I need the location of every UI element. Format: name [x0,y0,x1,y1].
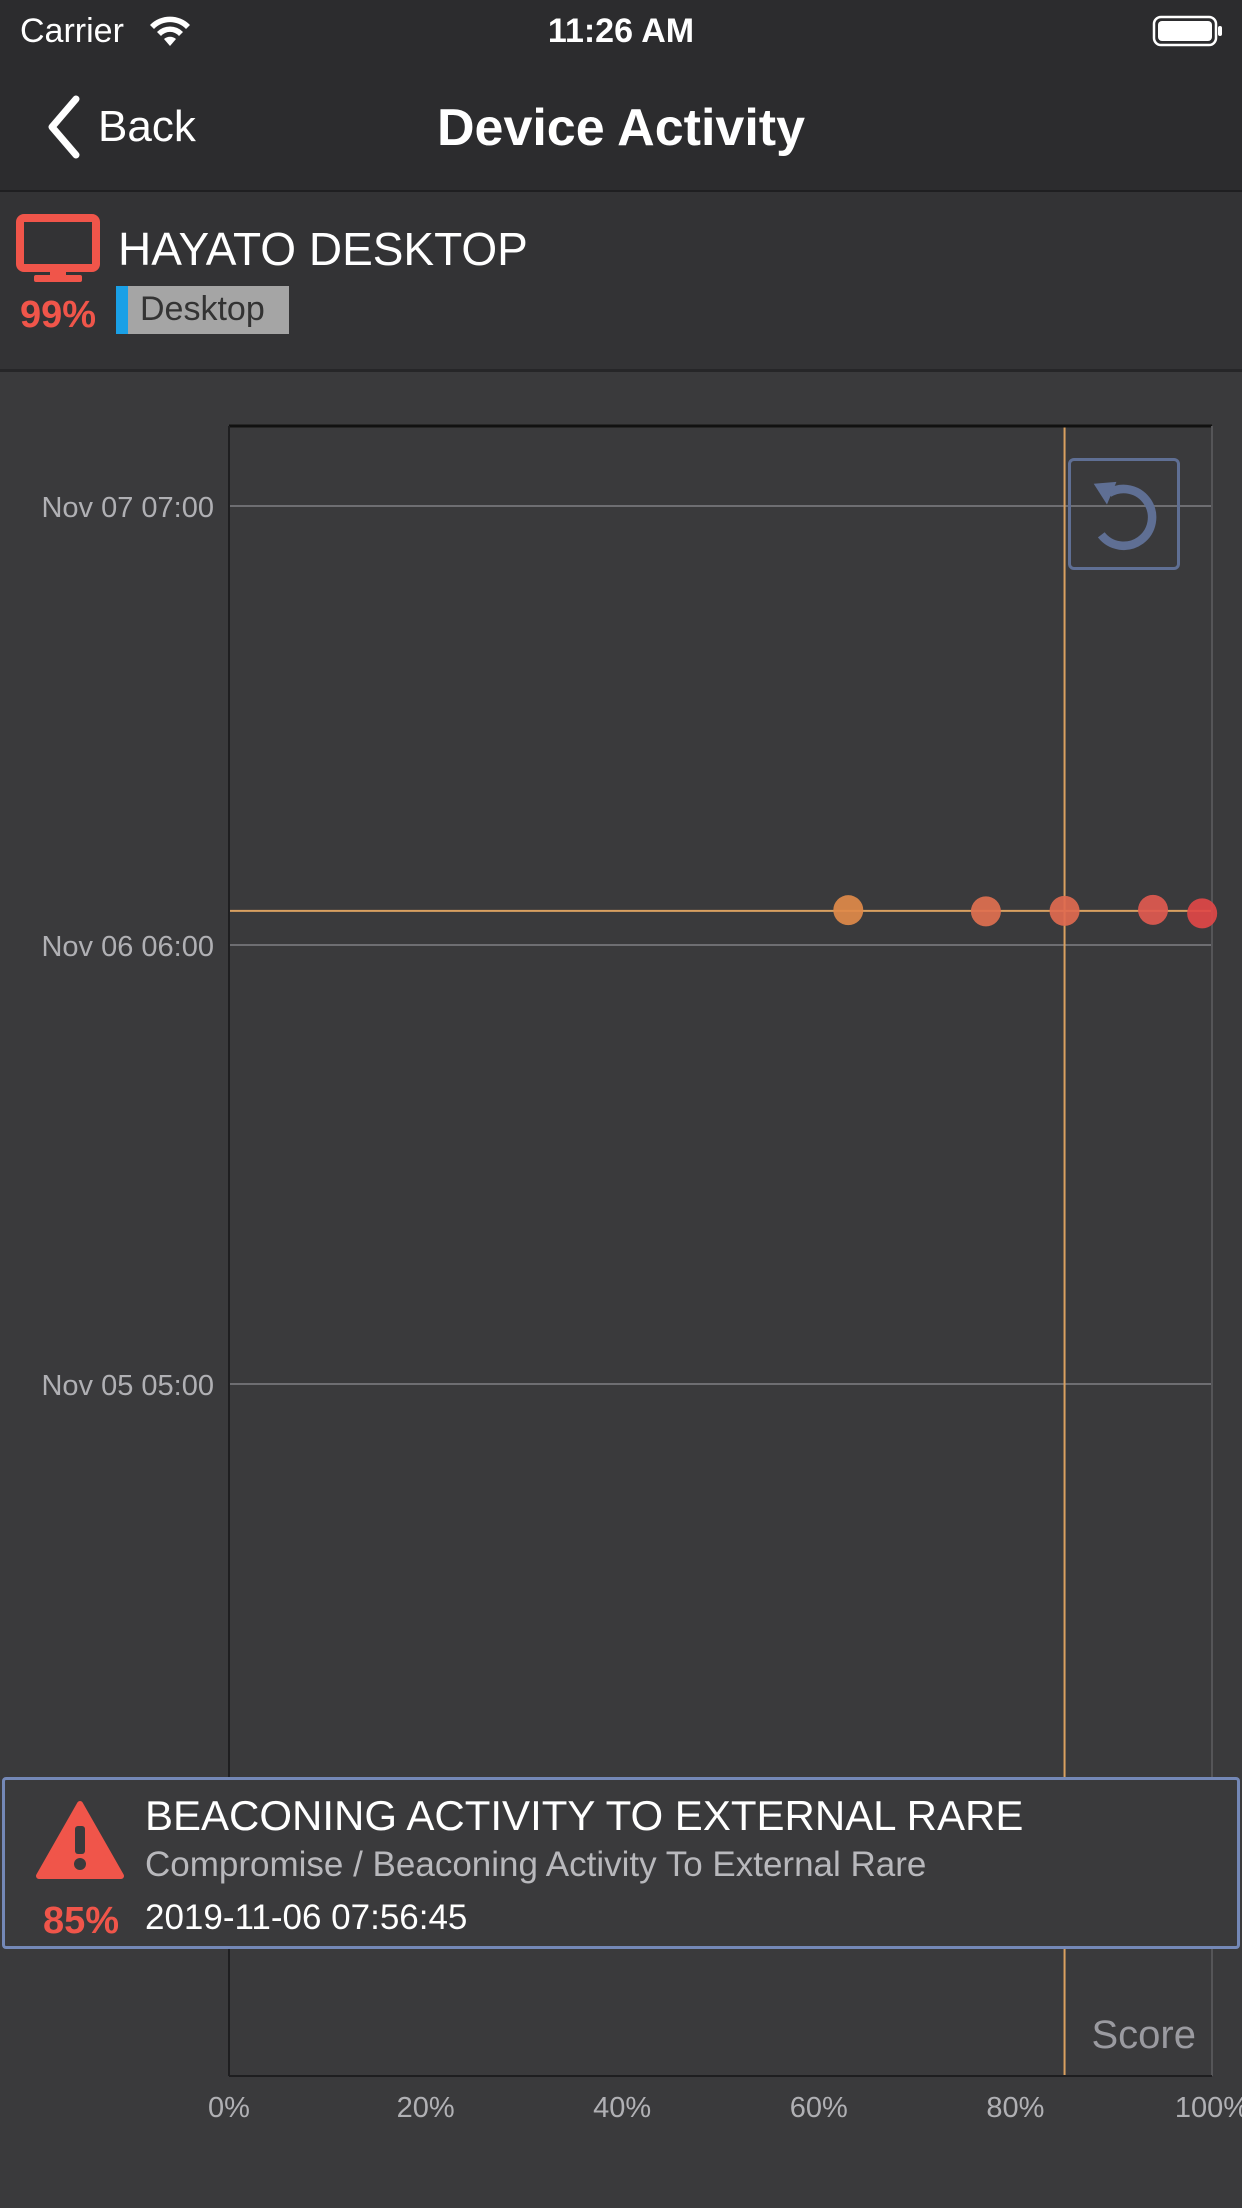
navigation-bar: Back Device Activity [0,62,1242,192]
status-time: 11:26 AM [547,12,695,50]
device-type-tag: Desktop [116,286,289,334]
data-point[interactable] [1138,894,1169,925]
reset-zoom-icon [1093,481,1157,551]
device-header: 99% HAYATO DESKTOP Desktop [0,192,1242,372]
data-point[interactable] [1049,895,1080,926]
x-tick-label: 20% [397,2092,455,2124]
battery-icon [1152,15,1222,47]
device-name: HAYATO DESKTOP [118,223,528,275]
x-tick-label: 40% [593,2092,651,2124]
y-tick-label: Nov 05 05:00 [41,1370,214,1402]
x-tick-label: 60% [790,2092,848,2124]
x-tick-label: 80% [986,2092,1044,2124]
y-tick-label: Nov 07 07:00 [41,492,214,524]
device-type-label: Desktop [140,290,265,328]
data-point[interactable] [833,895,864,926]
y-tick-label: Nov 06 06:00 [41,931,214,963]
reset-zoom-button[interactable] [1068,458,1180,570]
alert-timestamp: 2019-11-06 07:56:45 [145,1898,468,1937]
alert-category: Compromise / Beaconing Activity To Exter… [145,1845,927,1884]
x-tick-label: 100% [1175,2092,1242,2124]
data-point[interactable] [1187,898,1218,929]
warning-triangle-icon [36,1801,124,1879]
alert-title: BEACONING ACTIVITY TO EXTERNAL RARE [145,1792,1024,1839]
device-score: 99% [19,294,97,336]
status-bar: Carrier 11:26 AM [0,0,1242,62]
page-title: Device Activity [436,99,806,157]
alert-card[interactable]: 85% BEACONING ACTIVITY TO EXTERNAL RARE … [2,1777,1240,1949]
x-tick-label: 0% [208,2092,250,2124]
x-axis-label: Score [1092,2013,1197,2057]
data-point[interactable] [970,896,1001,927]
alert-score: 85% [42,1900,120,1942]
desktop-monitor-icon [16,214,100,282]
